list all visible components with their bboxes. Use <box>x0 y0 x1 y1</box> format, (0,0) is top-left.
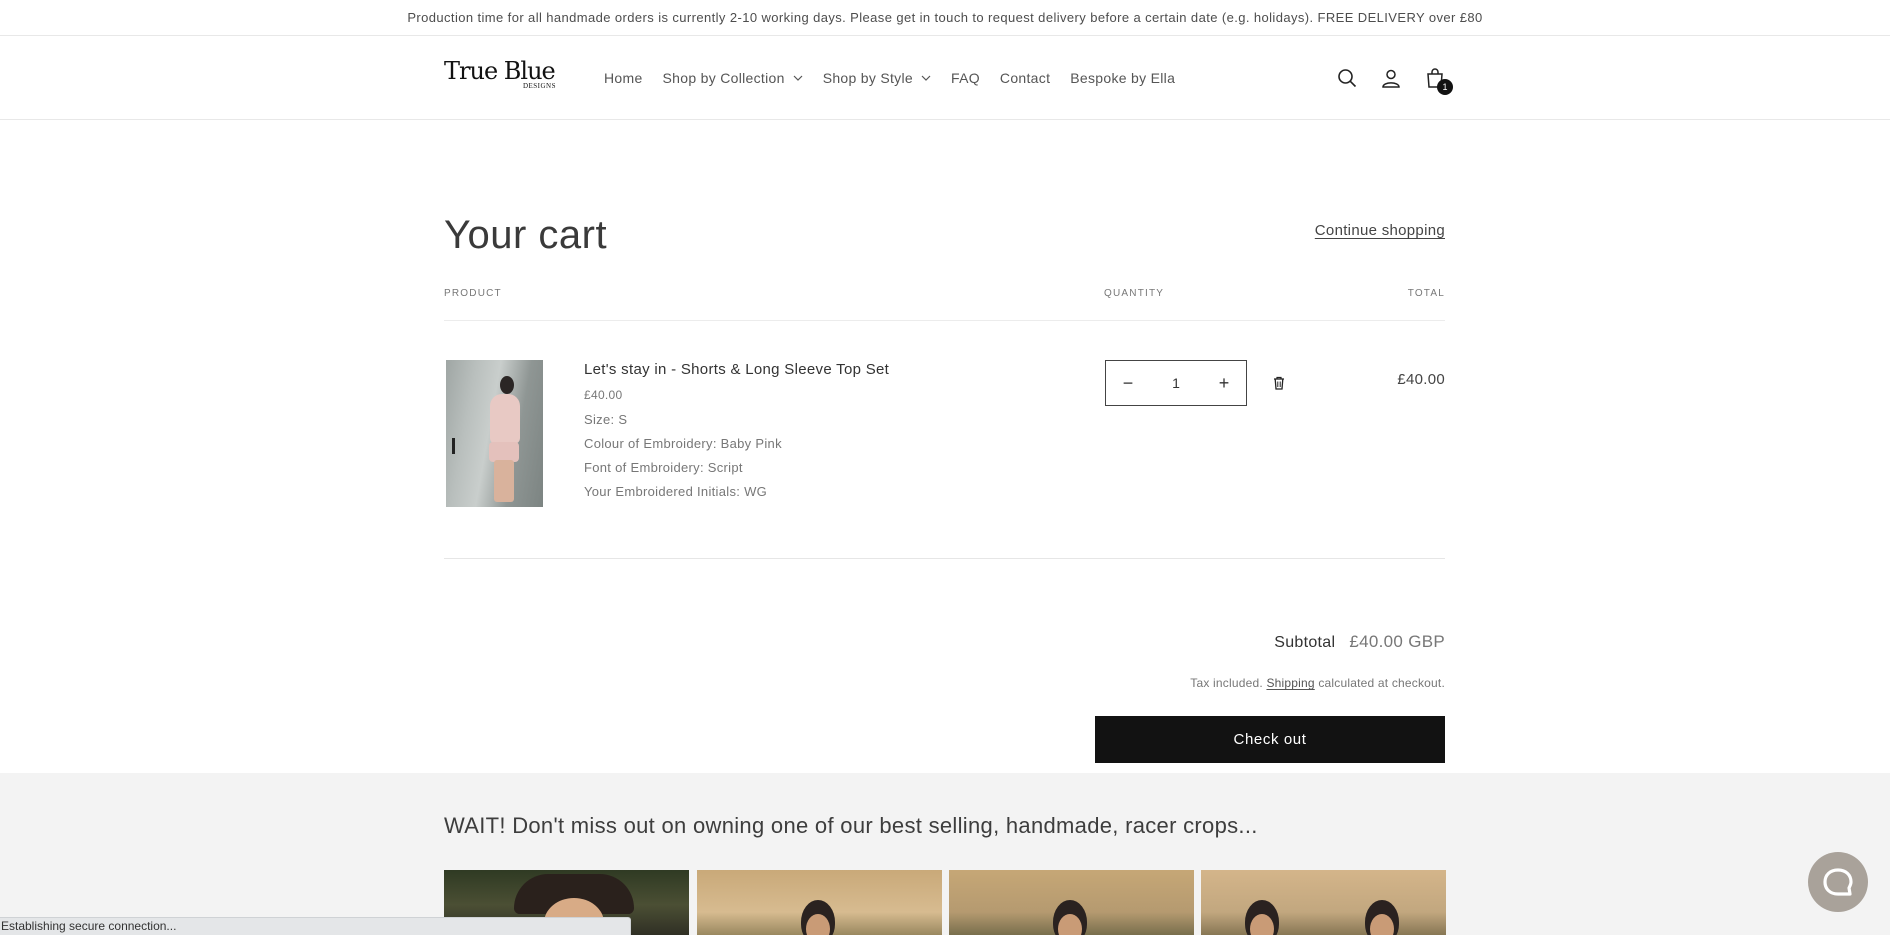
browser-status-bar: Establishing secure connection... <box>0 917 631 935</box>
shipping-policy-link[interactable]: Shipping <box>1266 676 1314 690</box>
product-image[interactable] <box>446 360 543 507</box>
nav-label: Home <box>604 70 643 86</box>
announcement-bar: Production time for all handmade orders … <box>0 0 1890 36</box>
image-detail <box>452 438 455 454</box>
product-info: Let's stay in - Shorts & Long Sleeve Top… <box>584 360 889 499</box>
nav-label: Bespoke by Ella <box>1070 70 1176 86</box>
cart-bag-icon[interactable]: 1 <box>1424 67 1453 95</box>
quantity-input[interactable] <box>1150 375 1202 391</box>
product-name-link[interactable]: Let's stay in - Shorts & Long Sleeve Top… <box>584 361 889 378</box>
divider <box>444 558 1445 559</box>
nav-shop-by-collection[interactable]: Shop by Collection <box>653 63 813 93</box>
nav-label: FAQ <box>950 70 980 86</box>
site-header: True Blue DESIGNS Home Shop by Collectio… <box>0 36 1890 120</box>
quantity-decrease-button[interactable]: − <box>1106 361 1150 405</box>
nav-bespoke-by-ella[interactable]: Bespoke by Ella <box>1060 63 1185 93</box>
image-detail <box>489 442 519 462</box>
image-detail <box>490 394 520 444</box>
chevron-down-icon <box>921 73 931 83</box>
product-option-initials: Your Embroidered Initials: WG <box>584 484 768 499</box>
announcement-text: Production time for all handmade orders … <box>407 10 1483 25</box>
product-unit-price: £40.00 <box>584 388 623 402</box>
nav-faq[interactable]: FAQ <box>941 63 990 93</box>
image-detail <box>500 376 514 394</box>
cart-item-row: Let's stay in - Shorts & Long Sleeve Top… <box>444 360 1445 560</box>
image-detail <box>494 460 514 502</box>
account-icon[interactable] <box>1380 67 1402 89</box>
column-header-quantity: QUANTITY <box>1104 288 1165 299</box>
logo-sub-text: DESIGNS <box>522 82 556 90</box>
column-header-total: TOTAL <box>1407 288 1445 299</box>
nav-label: Shop by Style <box>822 70 913 86</box>
main-nav: Home Shop by Collection Shop by Style FA… <box>594 63 1185 93</box>
recommended-product-card[interactable] <box>1201 870 1446 935</box>
nav-label: Contact <box>999 70 1051 86</box>
subtotal-label: Subtotal <box>1274 634 1336 651</box>
header-icons: 1 <box>1336 67 1453 95</box>
recommended-product-card[interactable] <box>697 870 942 935</box>
site-logo[interactable]: True Blue DESIGNS <box>444 58 556 98</box>
product-option-embroidery-colour: Colour of Embroidery: Baby Pink <box>584 436 782 451</box>
chat-bubble-icon[interactable] <box>1808 852 1868 912</box>
tax-note-prefix: Tax included. <box>1190 676 1263 690</box>
product-option-embroidery-font: Font of Embroidery: Script <box>584 460 743 475</box>
nav-shop-by-style[interactable]: Shop by Style <box>813 63 941 93</box>
column-header-product: PRODUCT <box>444 288 502 299</box>
logo-main-text: True Blue <box>444 57 556 85</box>
page-title: Your cart <box>444 213 608 257</box>
cart-column-headers: PRODUCT QUANTITY TOTAL <box>444 288 1445 321</box>
tax-note-suffix: calculated at checkout. <box>1318 676 1445 690</box>
quantity-stepper: − + <box>1105 360 1247 406</box>
cart-count-badge: 1 <box>1437 79 1453 95</box>
quantity-increase-button[interactable]: + <box>1202 361 1246 405</box>
subtotal-value: £40.00 GBP <box>1349 632 1445 651</box>
trash-icon[interactable] <box>1271 375 1287 391</box>
recommendations-section: WAIT! Don't miss out on owning one of ou… <box>0 773 1890 935</box>
recommended-product-card[interactable] <box>949 870 1194 935</box>
nav-contact[interactable]: Contact <box>990 63 1060 93</box>
continue-shopping-link[interactable]: Continue shopping <box>1315 222 1445 239</box>
tax-note: Tax included. Shipping calculated at che… <box>1190 676 1445 690</box>
recommendations-title: WAIT! Don't miss out on owning one of ou… <box>444 813 1258 838</box>
nav-label: Shop by Collection <box>662 70 785 86</box>
chevron-down-icon <box>793 73 803 83</box>
product-option-size: Size: S <box>584 412 628 427</box>
search-icon[interactable] <box>1336 67 1358 89</box>
subtotal-row: Subtotal £40.00 GBP <box>1274 632 1445 652</box>
checkout-button[interactable]: Check out <box>1095 716 1445 763</box>
nav-home[interactable]: Home <box>594 63 653 93</box>
line-total-price: £40.00 <box>1397 371 1445 388</box>
